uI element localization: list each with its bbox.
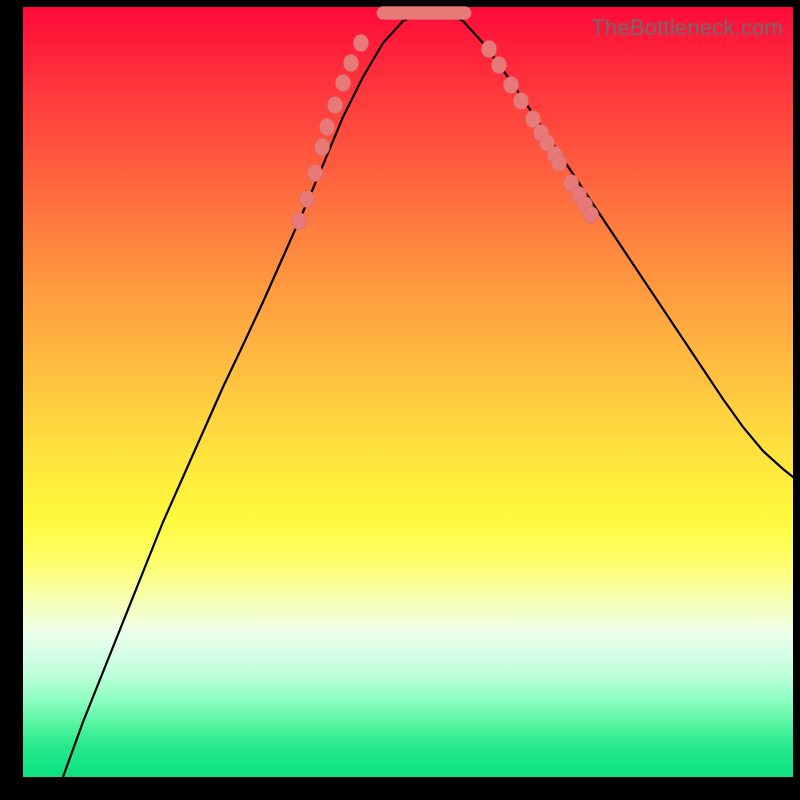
highlight-dot (315, 139, 330, 156)
highlight-dot (300, 191, 315, 208)
chart-plot-area: TheBottleneck.com (23, 7, 793, 777)
highlight-dot (482, 41, 497, 58)
highlight-dot (344, 55, 359, 72)
highlight-dot (328, 97, 343, 114)
highlight-dot (292, 213, 307, 230)
highlight-dot (504, 77, 519, 94)
highlight-dot (584, 207, 599, 224)
highlight-dot (514, 93, 529, 110)
highlight-dot (308, 165, 323, 182)
highlight-dot (354, 35, 369, 52)
highlight-dot (552, 155, 567, 172)
chart-stage: TheBottleneck.com (0, 0, 800, 800)
highlight-dot (336, 75, 351, 92)
optimal-range-bar (377, 7, 471, 20)
highlight-dot (492, 57, 507, 74)
bottleneck-curve (63, 11, 793, 777)
highlight-dot (320, 119, 335, 136)
bottleneck-curve-svg (23, 7, 793, 777)
